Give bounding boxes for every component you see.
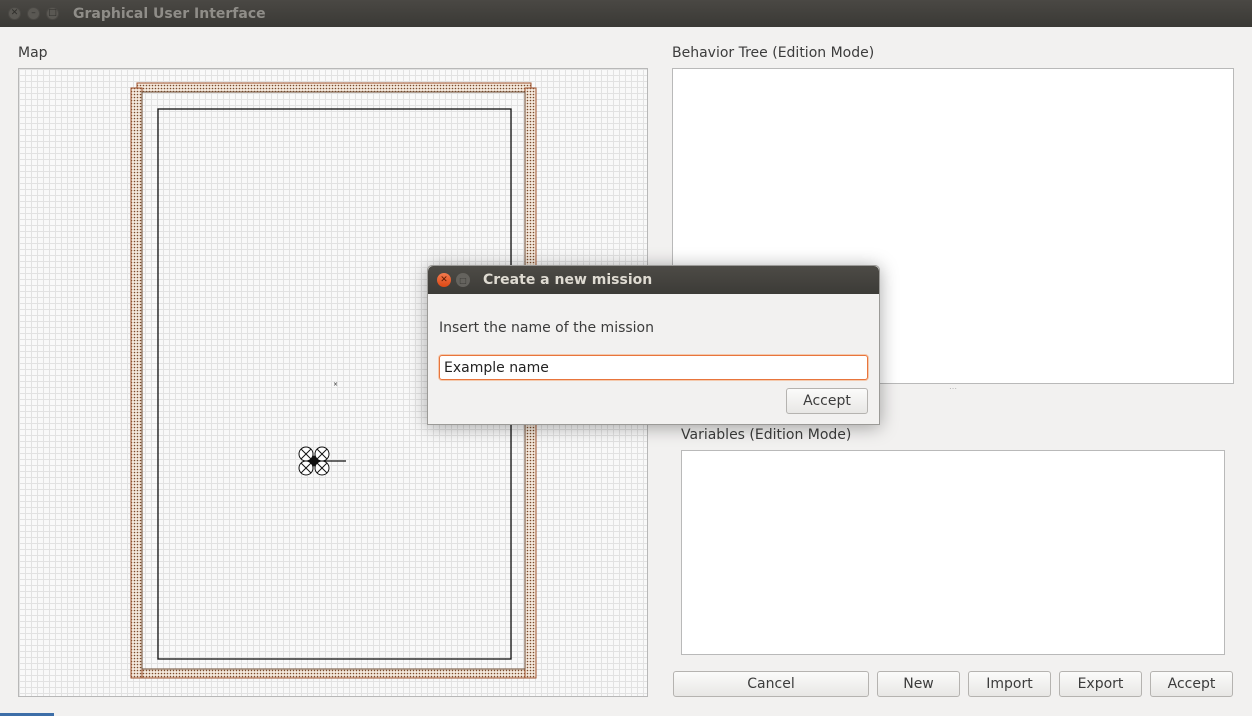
dialog-prompt: Insert the name of the mission xyxy=(439,320,654,336)
close-icon[interactable]: ✕ xyxy=(8,7,21,20)
dialog-close-icon[interactable]: ✕ xyxy=(437,273,451,287)
new-button[interactable]: New xyxy=(877,671,960,697)
splitter-handle[interactable]: ⋯ xyxy=(949,384,958,393)
dialog-title: Create a new mission xyxy=(483,272,653,288)
maximize-icon[interactable]: □ xyxy=(46,7,59,20)
export-button[interactable]: Export xyxy=(1059,671,1142,697)
wall-bottom xyxy=(136,668,532,679)
behavior-tree-label: Behavior Tree (Edition Mode) xyxy=(672,45,875,61)
variables-panel[interactable] xyxy=(681,450,1225,655)
cancel-button[interactable]: Cancel xyxy=(673,671,869,697)
minimize-icon[interactable]: – xyxy=(27,7,40,20)
new-mission-dialog: ✕ □ Create a new mission Insert the name… xyxy=(427,265,880,425)
wall-top xyxy=(136,82,532,93)
accept-button[interactable]: Accept xyxy=(1150,671,1233,697)
dialog-titlebar: ✕ □ Create a new mission xyxy=(428,266,879,294)
map-label: Map xyxy=(18,45,48,61)
dialog-accept-button[interactable]: Accept xyxy=(786,388,868,414)
import-button[interactable]: Import xyxy=(968,671,1051,697)
window-title: Graphical User Interface xyxy=(73,5,266,22)
window-titlebar: ✕ – □ Graphical User Interface xyxy=(0,0,1252,27)
variables-label: Variables (Edition Mode) xyxy=(681,427,852,443)
mission-name-input[interactable] xyxy=(439,355,868,380)
dialog-maximize-icon[interactable]: □ xyxy=(456,273,470,287)
waypoint-marker: × xyxy=(333,381,338,388)
wall-left xyxy=(130,87,143,679)
drone-icon xyxy=(298,446,346,476)
